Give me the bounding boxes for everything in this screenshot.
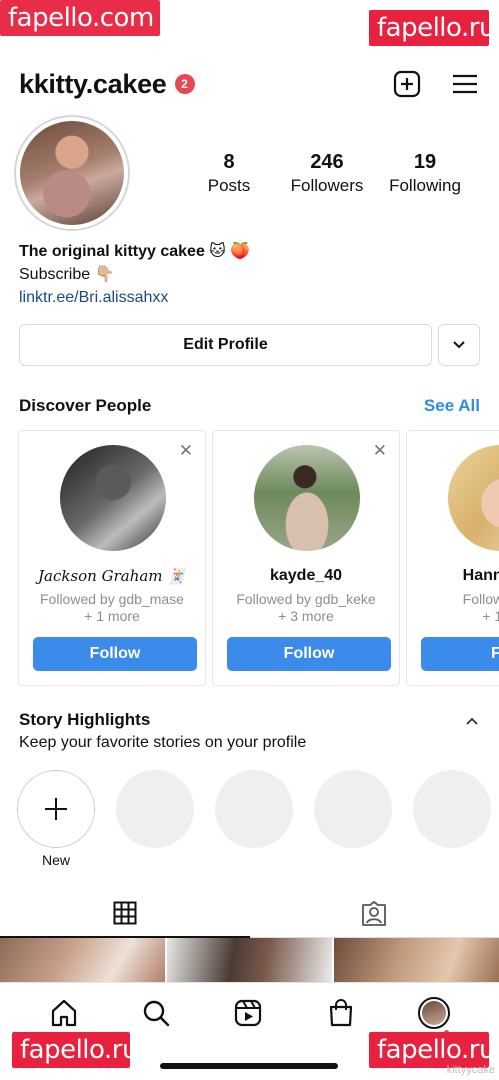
stat-posts-label: Posts: [207, 175, 251, 195]
stat-posts-value: 8: [223, 150, 235, 173]
suggestion-more: + 1 m: [482, 608, 499, 624]
stat-posts[interactable]: 8 Posts: [180, 151, 278, 196]
follow-button[interactable]: Follow: [33, 637, 197, 671]
new-highlight-label: New: [41, 852, 70, 868]
reels-icon[interactable]: [233, 998, 263, 1028]
suggestion-name: 𝐽𝑎𝑐𝑘𝑠𝑜𝑛 𝐺𝑟𝑎ℎ𝑎𝑚 🃏: [38, 567, 186, 585]
highlight-placeholder: [314, 770, 392, 848]
suggestion-more: + 1 more: [84, 608, 140, 624]
follow-button[interactable]: Follow: [227, 637, 391, 671]
posts-grid: [0, 938, 499, 982]
notification-badge: 2: [174, 74, 195, 94]
bio-link[interactable]: linktr.ee/Bri.alissahxx: [19, 286, 480, 309]
suggestion-more: + 3 more: [278, 608, 334, 624]
highlights-title: Story Highlights: [19, 710, 151, 729]
post-thumbnail[interactable]: [334, 938, 499, 982]
discover-title: Discover People: [19, 396, 152, 415]
watermark-bottom-right: fapello.ru: [369, 1032, 495, 1068]
post-thumbnail[interactable]: [167, 938, 332, 982]
suggestion-card[interactable]: ✕ 𝐽𝑎𝑐𝑘𝑠𝑜𝑛 𝐺𝑟𝑎ℎ𝑎𝑚 🃏 Followed by gdb_mase …: [18, 430, 206, 686]
suggestion-avatar[interactable]: [254, 445, 360, 551]
menu-button[interactable]: [450, 69, 480, 99]
new-highlight-button[interactable]: [17, 770, 95, 848]
tab-posts-grid[interactable]: [0, 890, 250, 938]
suggestion-mutuals: Followed by + 1 m: [415, 591, 499, 625]
discover-header: Discover People See All: [19, 396, 480, 416]
plus-icon: [45, 798, 67, 820]
stat-following-label: Following: [389, 175, 461, 195]
stat-following[interactable]: 19 Following: [376, 151, 474, 196]
story-highlights-row: New: [17, 770, 499, 870]
suggestion-card[interactable]: ✕ kayde_40 Followed by gdb_keke + 3 more…: [212, 430, 400, 686]
profile-bio: The original kittyy cakee 🐱 🍑 Subscribe …: [19, 240, 480, 309]
highlight-placeholder: [215, 770, 293, 848]
tab-tagged[interactable]: [249, 890, 499, 938]
highlight-placeholder: [413, 770, 491, 848]
chevron-down-icon: [453, 341, 465, 349]
profile-header: kkitty.cakee 2: [19, 66, 480, 102]
bio-name: The original kittyy cakee 🐱 🍑: [19, 243, 251, 260]
stat-followers-label: Followers: [290, 175, 364, 195]
suggested-toggle-button[interactable]: [438, 324, 480, 366]
suggestion-mutuals: Followed by gdb_keke + 3 more: [221, 591, 391, 625]
credit-text: kittyycake: [446, 1064, 495, 1076]
stat-followers-value: 246: [310, 150, 344, 173]
close-icon[interactable]: ✕: [179, 441, 193, 461]
profile-username[interactable]: kkitty.cakee: [19, 69, 167, 100]
suggestion-avatar[interactable]: [60, 445, 166, 551]
avatar-image: [20, 121, 124, 225]
stat-following-value: 19: [413, 150, 437, 173]
watermark-top-right: fapello.ru: [369, 10, 495, 46]
grid-icon: [113, 901, 137, 925]
post-thumbnail[interactable]: [0, 938, 165, 982]
create-post-button[interactable]: [392, 69, 422, 99]
profile-tab-avatar[interactable]: [417, 996, 450, 1029]
suggestion-name: kayde_40: [269, 567, 343, 584]
close-icon[interactable]: ✕: [373, 441, 387, 461]
highlight-placeholder: [116, 770, 194, 848]
profile-tabs: [0, 890, 499, 938]
profile-summary: 8 Posts 246 Followers 19 Following: [14, 114, 480, 232]
plus-square-icon: [393, 70, 421, 98]
bio-text: Subscribe 👇🏼: [19, 266, 115, 283]
search-icon[interactable]: [141, 998, 171, 1028]
chevron-up-icon[interactable]: [466, 712, 478, 728]
tagged-person-icon: [362, 900, 387, 926]
watermark-bottom-left: fapello.ru: [12, 1032, 138, 1068]
home-indicator[interactable]: [160, 1063, 338, 1069]
shop-icon[interactable]: [326, 998, 356, 1028]
home-icon[interactable]: [49, 998, 79, 1028]
follow-button[interactable]: Fol: [421, 637, 499, 671]
hamburger-menu-icon: [453, 74, 477, 94]
watermark-top-left: fapello.com: [0, 0, 160, 36]
suggestion-name: Hannah C: [462, 567, 499, 584]
profile-stats: 8 Posts 246 Followers 19 Following: [180, 151, 474, 196]
see-all-link[interactable]: See All: [424, 396, 480, 416]
profile-actions: Edit Profile: [19, 324, 480, 366]
suggestion-followed-by: Followed by gdb_mase: [40, 591, 184, 607]
story-highlights-header[interactable]: Story Highlights Keep your favorite stor…: [19, 710, 480, 752]
profile-avatar[interactable]: [14, 115, 130, 231]
suggestion-avatar[interactable]: [448, 445, 499, 551]
stat-followers[interactable]: 246 Followers: [278, 151, 376, 196]
edit-profile-button[interactable]: Edit Profile: [19, 324, 432, 366]
suggestion-followed-by: Followed by gdb_keke: [236, 591, 376, 607]
suggestion-followed-by: Followed by: [462, 591, 499, 607]
suggestion-mutuals: Followed by gdb_mase + 1 more: [27, 591, 197, 625]
suggestion-card[interactable]: Hannah C Followed by + 1 m Fol: [406, 430, 499, 686]
highlights-subtitle: Keep your favorite stories on your profi…: [19, 734, 307, 751]
discover-carousel[interactable]: ✕ 𝐽𝑎𝑐𝑘𝑠𝑜𝑛 𝐺𝑟𝑎ℎ𝑎𝑚 🃏 Followed by gdb_mase …: [18, 430, 499, 686]
